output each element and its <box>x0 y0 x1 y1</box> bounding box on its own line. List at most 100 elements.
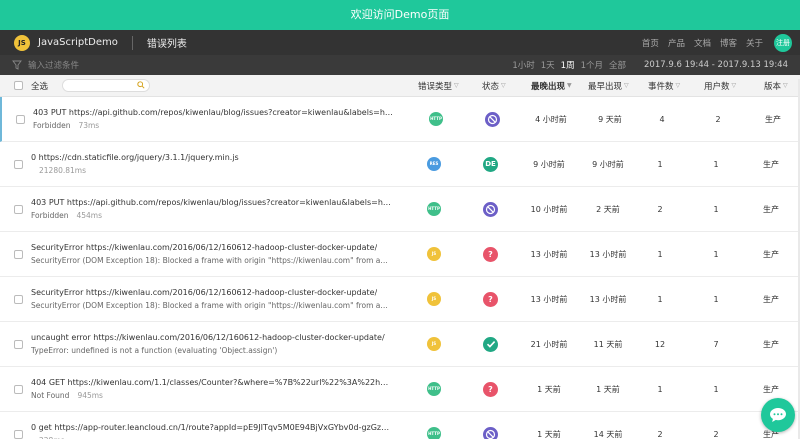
row-status-cell: ? <box>483 367 498 411</box>
row-select-cell <box>14 232 23 276</box>
row-checkbox[interactable] <box>14 204 23 214</box>
table-row[interactable]: 0 https://cdn.staticfile.org/jquery/3.1.… <box>0 142 800 187</box>
row-version: 生产 <box>756 277 786 321</box>
row-message-cell[interactable]: 404 GET https://kiwenlau.com/1.1/classes… <box>31 367 391 411</box>
nav-link-blog[interactable]: 博客 <box>720 37 737 49</box>
first-seen-value: 11 天前 <box>593 339 623 349</box>
row-checkbox[interactable] <box>14 294 23 304</box>
users-value: 1 <box>713 204 719 214</box>
events-value: 2 <box>657 429 663 439</box>
row-message-cell[interactable]: uncaught error https://kiwenlau.com/2016… <box>31 322 385 366</box>
row-message-cell[interactable]: 403 PUT https://api.github.com/repos/kiw… <box>31 187 391 231</box>
row-type-cell: JS <box>427 322 441 366</box>
row-checkbox[interactable] <box>14 339 23 349</box>
table-row[interactable]: 0 get https://app-router.leancloud.cn/1/… <box>0 412 800 439</box>
register-button[interactable]: 注册 <box>774 33 792 52</box>
ignored-status-icon[interactable] <box>483 426 498 439</box>
row-message-cell[interactable]: 0 https://cdn.staticfile.org/jquery/3.1.… <box>31 142 239 186</box>
chat-button[interactable] <box>761 398 795 432</box>
row-checkbox[interactable] <box>14 159 23 169</box>
last-seen-value: 21 小时前 <box>530 339 568 349</box>
row-checkbox[interactable] <box>14 429 23 439</box>
table-row[interactable]: 403 PUT https://api.github.com/repos/kiw… <box>0 97 800 142</box>
first-seen-value: 13 小时前 <box>589 249 627 259</box>
row-events: 12 <box>640 322 680 366</box>
version-value: 生产 <box>763 384 779 394</box>
row-users: 1 <box>696 367 736 411</box>
row-message-cell[interactable]: 0 get https://app-router.leancloud.cn/1/… <box>31 412 391 439</box>
row-type-cell: RES <box>427 142 441 186</box>
header-users[interactable]: 用户数 ▽ <box>704 75 736 96</box>
users-value: 1 <box>713 249 719 259</box>
nav-link-docs[interactable]: 文档 <box>694 37 711 49</box>
error-title[interactable]: 403 PUT https://api.github.com/repos/kiw… <box>33 108 393 117</box>
unresolved-status-icon[interactable]: ? <box>483 381 498 397</box>
nav-link-product[interactable]: 产品 <box>668 37 685 49</box>
nav-link-home[interactable]: 首页 <box>642 37 659 49</box>
row-message-cell[interactable]: 403 PUT https://api.github.com/repos/kiw… <box>33 97 393 141</box>
version-value: 生产 <box>765 114 781 124</box>
header-type[interactable]: 错误类型 ▽ <box>418 75 459 96</box>
table-row[interactable]: SecurityError https://kiwenlau.com/2016/… <box>0 232 800 277</box>
row-checkbox[interactable] <box>14 249 23 259</box>
row-first-seen: 2 天前 <box>583 187 633 231</box>
header-status[interactable]: 状态 ▽ <box>482 75 506 96</box>
range-1month[interactable]: 1个月 <box>581 59 603 71</box>
js-type-icon: JS <box>427 337 441 351</box>
row-last-seen: 21 小时前 <box>524 322 574 366</box>
last-seen-value: 1 天前 <box>537 384 561 394</box>
resolved-status-icon[interactable] <box>483 336 498 352</box>
error-title[interactable]: 404 GET https://kiwenlau.com/1.1/classes… <box>31 378 391 387</box>
unresolved-status-icon[interactable]: ? <box>483 291 498 307</box>
error-title[interactable]: SecurityError https://kiwenlau.com/2016/… <box>31 243 377 252</box>
row-events: 1 <box>640 232 680 276</box>
table-row[interactable]: 404 GET https://kiwenlau.com/1.1/classes… <box>0 367 800 412</box>
nav-link-about[interactable]: 关于 <box>746 37 763 49</box>
table-search-input[interactable] <box>62 79 151 92</box>
js-logo-icon[interactable]: JS <box>14 34 30 51</box>
date-range[interactable]: 2017.9.6 19:44 - 2017.9.13 19:44 <box>644 60 788 70</box>
table-row[interactable]: uncaught error https://kiwenlau.com/2016… <box>0 322 800 367</box>
header-events[interactable]: 事件数 ▽ <box>648 75 680 96</box>
range-1week[interactable]: 1周 <box>561 59 575 71</box>
row-last-seen: 10 小时前 <box>524 187 574 231</box>
row-message-cell[interactable]: SecurityError https://kiwenlau.com/2016/… <box>31 232 391 276</box>
ignored-status-icon[interactable] <box>483 201 498 217</box>
row-checkbox[interactable] <box>16 114 25 124</box>
banner-text: 欢迎访问Demo页面 <box>350 8 450 21</box>
error-detail: Not Found 945ms <box>31 391 103 400</box>
row-first-seen: 1 天前 <box>583 367 633 411</box>
ignored-status-icon[interactable] <box>485 111 500 127</box>
app-name[interactable]: JavaScriptDemo <box>38 37 118 48</box>
range-1day[interactable]: 1天 <box>541 59 555 71</box>
error-duration: 21280.81ms <box>39 166 86 175</box>
assignee-badge[interactable]: DE <box>483 156 498 172</box>
last-seen-value: 10 小时前 <box>530 204 568 214</box>
error-title[interactable]: uncaught error https://kiwenlau.com/2016… <box>31 333 385 342</box>
filter-input[interactable]: 输入过滤条件 <box>28 59 79 71</box>
range-1hour[interactable]: 1小时 <box>512 59 534 71</box>
row-checkbox[interactable] <box>14 384 23 394</box>
error-title[interactable]: 0 https://cdn.staticfile.org/jquery/3.1.… <box>31 153 239 162</box>
row-message-cell[interactable]: SecurityError https://kiwenlau.com/2016/… <box>31 277 391 321</box>
table-row[interactable]: SecurityError https://kiwenlau.com/2016/… <box>0 277 800 322</box>
error-message: SecurityError (DOM Exception 18): Blocke… <box>31 301 391 310</box>
range-all[interactable]: 全部 <box>609 59 626 71</box>
welcome-banner: 欢迎访问Demo页面 <box>0 0 800 30</box>
page-title: 错误列表 <box>146 39 187 50</box>
error-title[interactable]: 0 get https://app-router.leancloud.cn/1/… <box>31 423 391 432</box>
header-version[interactable]: 版本 ▽ <box>764 75 788 96</box>
header-last-seen[interactable]: 最晚出现 ▼ <box>531 75 572 96</box>
table-row[interactable]: 403 PUT https://api.github.com/repos/kiw… <box>0 187 800 232</box>
unresolved-status-icon[interactable]: ? <box>483 246 498 262</box>
error-title[interactable]: 403 PUT https://api.github.com/repos/kiw… <box>31 198 391 207</box>
error-detail: Forbidden 454ms <box>31 211 102 220</box>
error-title[interactable]: SecurityError https://kiwenlau.com/2016/… <box>31 288 377 297</box>
search-icon <box>137 81 145 89</box>
header-first-seen[interactable]: 最早出现 ▽ <box>588 75 629 96</box>
row-select-cell <box>14 412 23 439</box>
events-value: 4 <box>659 114 665 124</box>
filter-bar: 输入过滤条件 1小时 1天 1周 1个月 全部 2017.9.6 19:44 -… <box>0 55 800 75</box>
first-seen-value: 14 天前 <box>593 429 623 439</box>
select-all-checkbox[interactable] <box>14 81 23 90</box>
